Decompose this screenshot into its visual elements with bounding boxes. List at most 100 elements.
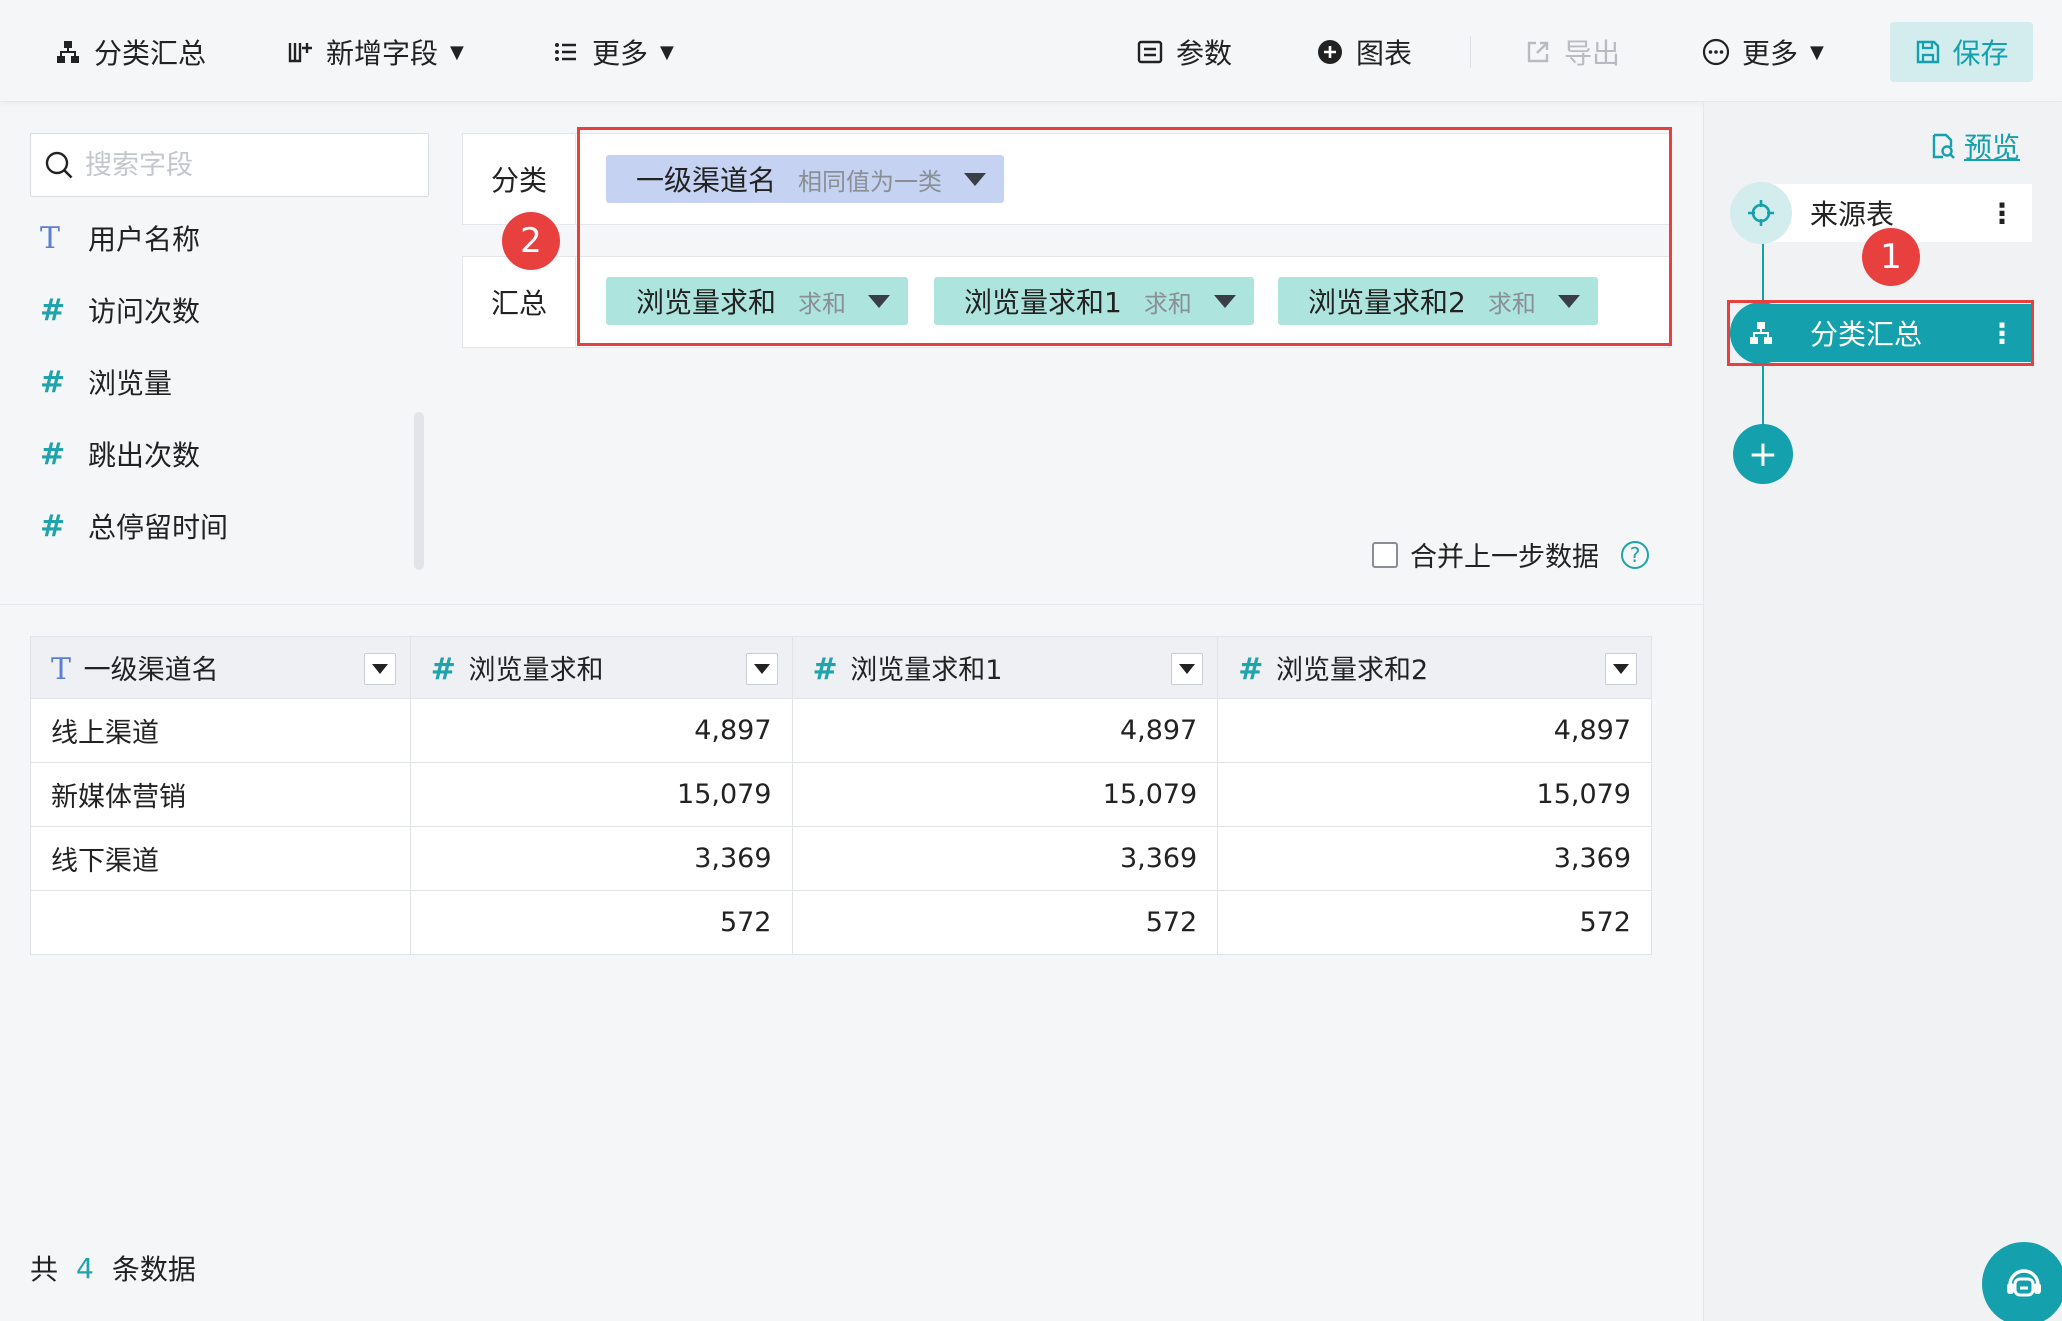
table-cell: 15,079 (791, 762, 1219, 827)
export-icon (1520, 34, 1556, 70)
params-button[interactable]: 参数 (1132, 30, 1232, 74)
table-cell: 3,369 (791, 826, 1219, 891)
field-search[interactable] (30, 133, 429, 197)
caret-down-icon: ▼ (660, 41, 674, 63)
triangle-down-icon[interactable] (1213, 294, 1236, 308)
column-dropdown-icon[interactable] (363, 653, 396, 685)
triangle-down-icon[interactable] (964, 172, 987, 186)
table-cell: 新媒体营销 (30, 762, 411, 827)
number-type-icon: # (430, 652, 456, 687)
field-item[interactable]: # 总停留时间 (40, 506, 228, 546)
column-header-label: 浏览量求和2 (1275, 655, 1429, 686)
merge-label: 合并上一步数据 (1410, 542, 1599, 573)
summary-field-chip[interactable]: 浏览量求和2 求和 (1278, 277, 1598, 325)
record-count-suffix: 条数据 (111, 1253, 196, 1286)
chip-name: 浏览量求和 (636, 286, 777, 319)
save-icon (1914, 38, 1942, 66)
export-label: 导出 (1564, 37, 1621, 70)
column-header[interactable]: # 浏览量求和 (409, 636, 793, 699)
table-row: 线上渠道 4,897 4,897 4,897 (30, 698, 1652, 763)
chip-mode: 相同值为一类 (798, 167, 943, 196)
search-icon (43, 149, 75, 181)
group-label-text: 分类 (490, 164, 547, 197)
triangle-down-icon[interactable] (1557, 294, 1580, 308)
support-chat-button[interactable] (1982, 1242, 2062, 1321)
table-cell: 572 (409, 890, 793, 955)
export-button[interactable]: 导出 (1520, 30, 1620, 74)
field-name: 访问次数 (88, 295, 201, 328)
number-type-icon: # (1238, 652, 1264, 687)
summary-label-text: 汇总 (490, 287, 547, 320)
step-badge-2: 2 (502, 212, 560, 270)
search-input[interactable] (85, 149, 405, 181)
group-summary-label: 分类汇总 (94, 37, 207, 70)
step-menu-icon[interactable]: ⋮ (1988, 317, 2016, 350)
target-icon (1730, 182, 1792, 244)
add-step-button[interactable]: + (1733, 424, 1793, 484)
hierarchy-icon (1730, 302, 1792, 364)
save-label: 保存 (1952, 37, 2009, 70)
field-name: 用户名称 (88, 223, 201, 256)
step-badge-1: 1 (1862, 228, 1920, 286)
add-field-button[interactable]: 新增字段 ▼ (282, 30, 464, 74)
column-header[interactable]: T 一级渠道名 (30, 636, 411, 699)
more-left-button[interactable]: 更多 ▼ (548, 30, 674, 74)
column-header-label: 一级渠道名 (83, 655, 219, 686)
chip-mode: 求和 (1487, 289, 1536, 318)
record-count-value: 4 (76, 1251, 94, 1285)
number-type-icon: # (40, 292, 66, 328)
field-item[interactable]: # 访问次数 (40, 290, 200, 330)
table-row: 572 572 572 (30, 890, 1652, 955)
column-dropdown-icon[interactable] (1605, 653, 1637, 685)
column-dropdown-icon[interactable] (745, 653, 778, 685)
column-dropdown-icon[interactable] (1171, 653, 1204, 685)
field-item[interactable]: # 跳出次数 (40, 434, 200, 474)
field-item[interactable]: # 浏览量 (40, 362, 172, 402)
step-menu-icon[interactable]: ⋮ (1988, 197, 2016, 230)
add-column-icon (282, 34, 318, 70)
table-cell: 3,369 (1217, 826, 1652, 891)
field-name: 跳出次数 (88, 439, 201, 472)
step-group-summary[interactable]: 分类汇总 ⋮ (1730, 302, 2032, 364)
text-type-icon: T (51, 652, 72, 687)
table-cell: 4,897 (1217, 698, 1652, 763)
step-panel (1703, 103, 2062, 1321)
chat-icon (2001, 1261, 2047, 1307)
save-button[interactable]: 保存 (1890, 22, 2033, 82)
params-icon (1132, 34, 1168, 70)
more-left-label: 更多 (592, 37, 649, 70)
merge-checkbox[interactable] (1372, 541, 1398, 568)
record-count-prefix: 共 (30, 1253, 59, 1286)
more-right-label: 更多 (1742, 37, 1799, 70)
chip-name: 浏览量求和2 (1308, 286, 1466, 319)
group-summary-button[interactable]: 分类汇总 (50, 30, 206, 74)
more-circle-icon (1698, 34, 1734, 70)
summary-field-chip[interactable]: 浏览量求和 求和 (606, 277, 909, 325)
group-field-chip[interactable]: 一级渠道名 相同值为一类 (606, 155, 1005, 203)
chip-name: 一级渠道名 (636, 164, 777, 197)
field-item[interactable]: T 用户名称 (40, 218, 200, 258)
column-header[interactable]: # 浏览量求和1 (791, 636, 1219, 699)
triangle-down-icon[interactable] (868, 294, 891, 308)
record-count: 共 4 条数据 (30, 1248, 196, 1288)
chart-button[interactable]: 图表 (1312, 30, 1412, 74)
number-type-icon: # (40, 436, 66, 472)
merge-previous-option[interactable]: 合并上一步数据 ? (1372, 535, 1649, 574)
more-right-button[interactable]: 更多 ▼ (1698, 30, 1824, 74)
column-header[interactable]: # 浏览量求和2 (1217, 636, 1652, 699)
toolbar-divider (1470, 36, 1471, 68)
step-label: 分类汇总 (1810, 318, 1923, 351)
preview-link[interactable]: 预览 (1928, 126, 2020, 166)
field-list-scrollbar[interactable] (414, 412, 424, 570)
field-name: 总停留时间 (88, 511, 229, 544)
chip-mode: 求和 (1143, 289, 1192, 318)
table-cell: 4,897 (409, 698, 793, 763)
table-cell: 线下渠道 (30, 826, 411, 891)
chip-mode: 求和 (798, 289, 847, 318)
section-divider (0, 604, 1703, 605)
table-row: 线下渠道 3,369 3,369 3,369 (30, 826, 1652, 891)
hierarchy-icon (50, 34, 86, 70)
help-icon[interactable]: ? (1621, 540, 1649, 569)
table-cell: 572 (791, 890, 1219, 955)
summary-field-chip[interactable]: 浏览量求和1 求和 (934, 277, 1254, 325)
